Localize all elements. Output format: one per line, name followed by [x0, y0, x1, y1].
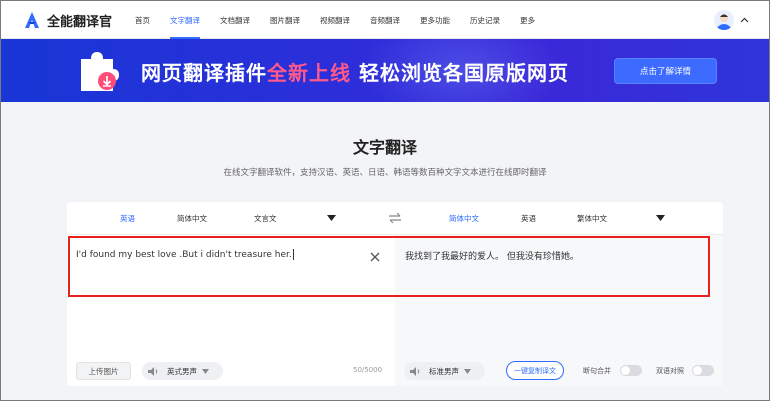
chevron-down-icon: [464, 368, 471, 374]
nav-video-translate[interactable]: 视频翻译: [320, 1, 350, 39]
target-voice-select[interactable]: 标准男声: [404, 362, 485, 380]
highlight-box: [68, 236, 710, 297]
target-lang-english[interactable]: 英语: [521, 213, 536, 224]
source-voice-select[interactable]: 英式男声: [142, 362, 223, 380]
nav-document-translate[interactable]: 文档翻译: [220, 1, 250, 39]
nav-history[interactable]: 历史记录: [470, 1, 500, 39]
nav-links: 首页 文字翻译 文档翻译 图片翻译 视频翻译 音频翻译 更多功能 历史记录 更多: [135, 1, 555, 39]
source-lang-simplified-chinese[interactable]: 简体中文: [177, 213, 207, 224]
nav-image-translate[interactable]: 图片翻译: [270, 1, 300, 39]
nav-more-features[interactable]: 更多功能: [420, 1, 450, 39]
upload-image-button[interactable]: 上传图片: [76, 362, 131, 380]
split-merge-toggle[interactable]: [620, 365, 642, 376]
speaker-icon[interactable]: [147, 366, 159, 377]
logo-a-icon: [25, 12, 39, 28]
copy-translation-button[interactable]: 一键复制译文: [506, 361, 564, 380]
nav-audio-translate[interactable]: 音频翻译: [370, 1, 400, 39]
source-lang-classical-chinese[interactable]: 文言文: [254, 213, 277, 224]
page-title: 文字翻译: [352, 138, 417, 157]
char-count: 50/5000: [353, 366, 383, 374]
speaker-icon[interactable]: [409, 366, 421, 377]
promo-banner[interactable]: 网页翻译插件全新上线 轻松浏览各国原版网页 点击了解详情: [1, 39, 769, 102]
nav-text-translate[interactable]: 文字翻译: [170, 1, 200, 39]
swap-languages-icon[interactable]: [388, 212, 402, 224]
bilingual-toggle[interactable]: [692, 365, 714, 376]
banner-text-part2: 轻松浏览各国原版网页: [351, 61, 569, 85]
source-lang-dropdown-icon[interactable]: [327, 215, 336, 221]
user-menu[interactable]: [714, 10, 749, 30]
banner-text-part1: 网页翻译插件: [141, 61, 267, 85]
banner-text-highlight: 全新上线: [267, 61, 351, 85]
app-name: 全能翻译官: [47, 14, 113, 30]
chevron-down-icon: [202, 368, 209, 374]
page-subtitle: 在线文字翻译软件，支持汉语、英语、日语、韩语等数百种文字文本进行在线即时翻译: [223, 168, 547, 178]
app-logo[interactable]: 全能翻译官: [23, 9, 112, 31]
target-lang-traditional-chinese[interactable]: 繁体中文: [577, 213, 607, 224]
bilingual-label: 双语对照: [656, 367, 684, 375]
avatar-icon[interactable]: [714, 10, 734, 30]
target-voice-label: 标准男声: [429, 366, 459, 376]
split-merge-label: 断句合并: [583, 367, 611, 375]
nav-more[interactable]: 更多: [520, 1, 535, 39]
target-lang-dropdown-icon[interactable]: [656, 215, 665, 221]
top-navbar: 全能翻译官 首页 文字翻译 文档翻译 图片翻译 视频翻译 音频翻译 更多功能 历…: [1, 1, 769, 39]
nav-home[interactable]: 首页: [135, 1, 150, 39]
target-lang-simplified-chinese[interactable]: 简体中文: [449, 213, 479, 224]
chevron-up-icon[interactable]: [740, 17, 749, 23]
banner-headline: 网页翻译插件全新上线 轻松浏览各国原版网页: [141, 57, 569, 86]
puzzle-plugin-icon: [81, 52, 119, 91]
learn-more-button[interactable]: 点击了解详情: [614, 58, 717, 84]
source-lang-english[interactable]: 英语: [120, 213, 135, 224]
source-voice-label: 英式男声: [167, 366, 197, 376]
language-bar: 英语 简体中文 文言文 简体中文 英语 繁体中文: [67, 202, 723, 235]
